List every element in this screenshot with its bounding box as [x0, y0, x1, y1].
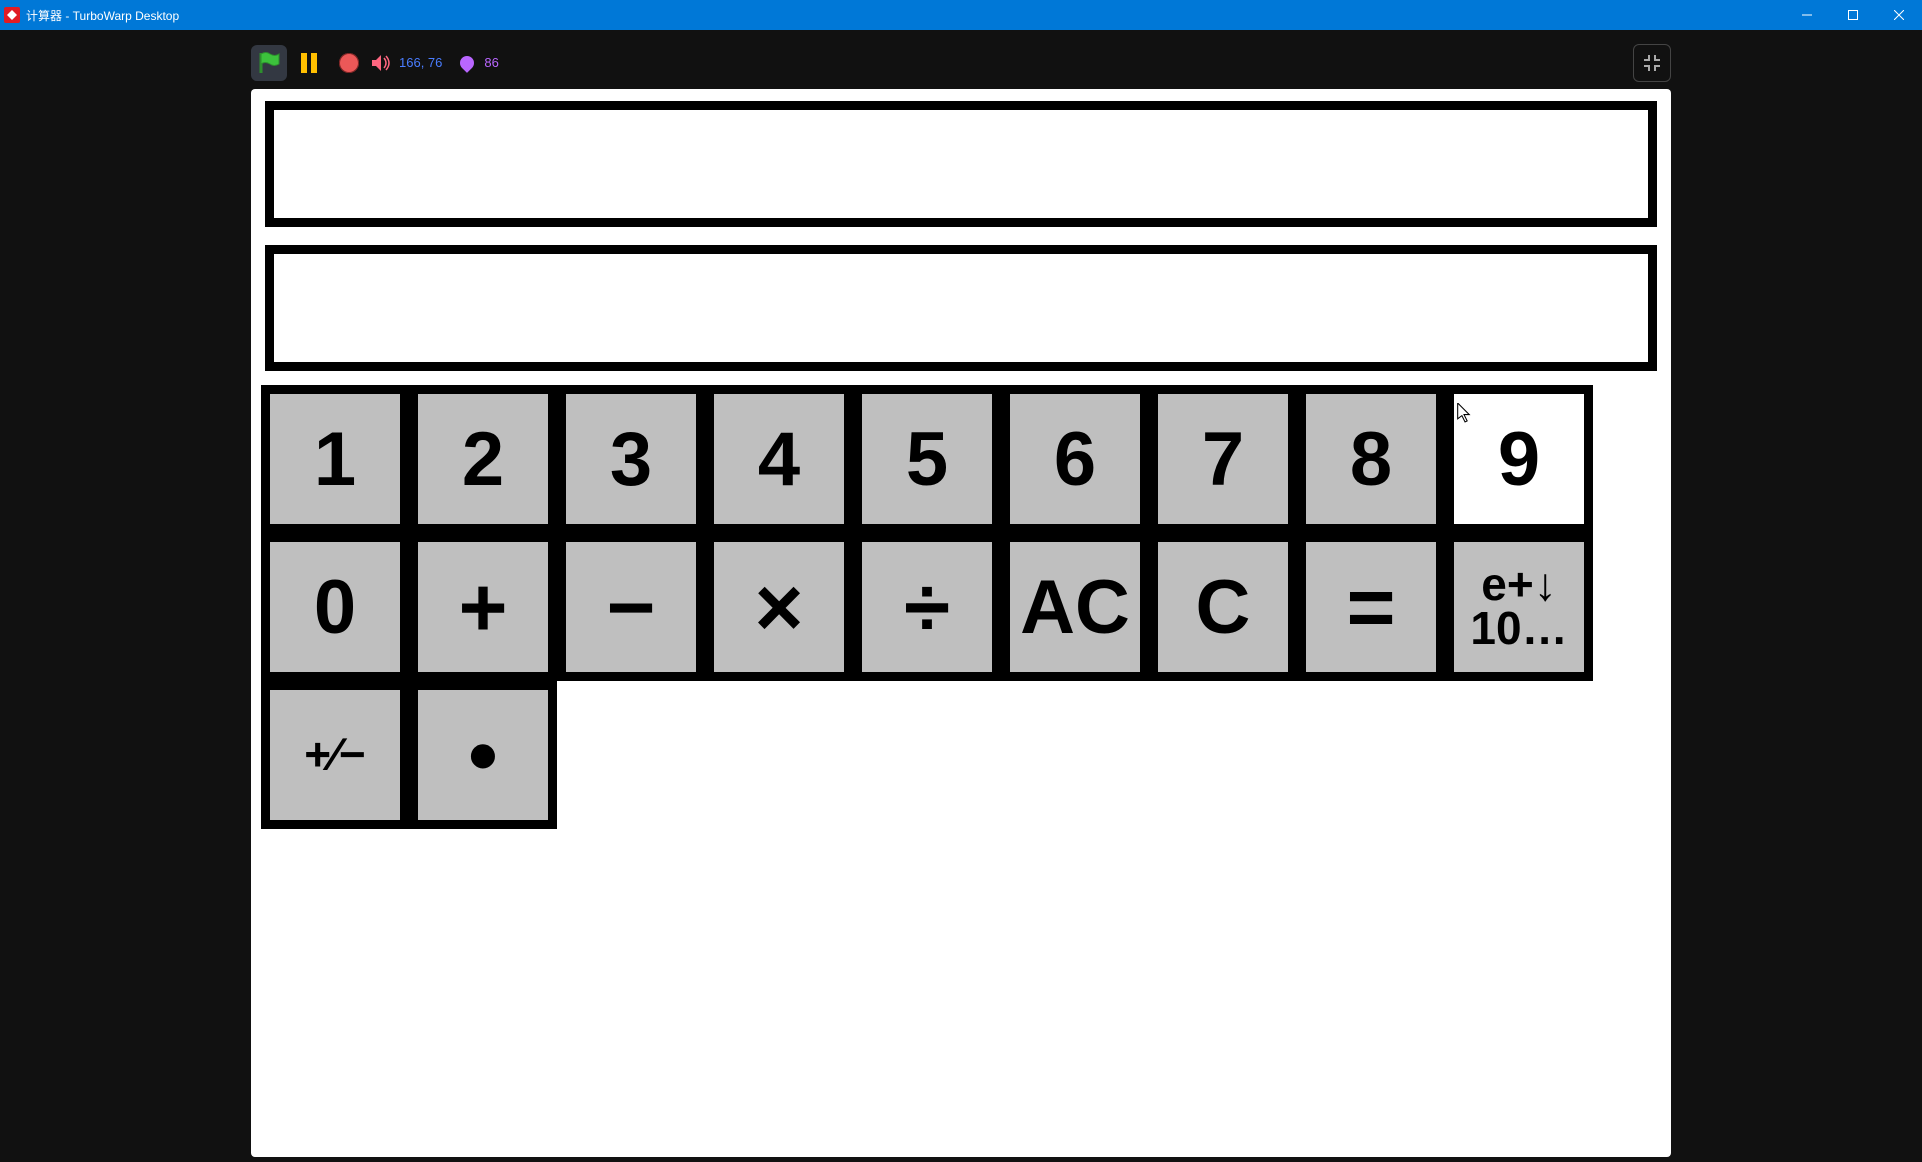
- calc-keypad: 123456789 0+−×÷ACC=e+↓ 10… +∕−•: [261, 385, 1601, 829]
- app-icon: [4, 7, 20, 23]
- pause-icon: [300, 52, 318, 74]
- key-8[interactable]: 8: [1297, 385, 1445, 533]
- mouse-coords: 166, 76: [399, 55, 442, 70]
- key-multiply[interactable]: ×: [705, 533, 853, 681]
- key-equals[interactable]: =: [1297, 533, 1445, 681]
- key-2[interactable]: 2: [409, 385, 557, 533]
- app-body: 166, 76 86 123456789 0+−×÷ACC=e+↓ 10… +∕−•: [0, 30, 1922, 1162]
- fullscreen-exit-icon: [1642, 53, 1662, 73]
- key-c[interactable]: C: [1149, 533, 1297, 681]
- key-plusminus[interactable]: +∕−: [261, 681, 409, 829]
- window-close-button[interactable]: [1876, 0, 1922, 30]
- window-maximize-button[interactable]: [1830, 0, 1876, 30]
- key-4[interactable]: 4: [705, 385, 853, 533]
- key-divide[interactable]: ÷: [853, 533, 1001, 681]
- window-minimize-button[interactable]: [1784, 0, 1830, 30]
- sound-icon[interactable]: [371, 54, 391, 72]
- key-7[interactable]: 7: [1149, 385, 1297, 533]
- window-title: 计算器 - TurboWarp Desktop: [26, 7, 179, 24]
- key-1[interactable]: 1: [261, 385, 409, 533]
- key-3[interactable]: 3: [557, 385, 705, 533]
- key-5[interactable]: 5: [853, 385, 1001, 533]
- window-titlebar: 计算器 - TurboWarp Desktop: [0, 0, 1922, 30]
- key-dot[interactable]: •: [409, 681, 557, 829]
- key-plus[interactable]: +: [409, 533, 557, 681]
- fullscreen-toggle-button[interactable]: [1633, 44, 1671, 82]
- stop-button[interactable]: [331, 45, 367, 81]
- key-6[interactable]: 6: [1001, 385, 1149, 533]
- key-9[interactable]: 9: [1445, 385, 1593, 533]
- key-minus[interactable]: −: [557, 533, 705, 681]
- stage-toolbar: 166, 76 86: [251, 40, 1671, 85]
- calc-display-primary: [265, 101, 1657, 227]
- stop-icon: [339, 53, 359, 73]
- fps-value: 86: [484, 55, 498, 70]
- green-flag-icon: [258, 51, 280, 75]
- fps-icon: [457, 53, 477, 73]
- pause-button[interactable]: [291, 45, 327, 81]
- calc-display-secondary: [265, 245, 1657, 371]
- green-flag-button[interactable]: [251, 45, 287, 81]
- key-ac[interactable]: AC: [1001, 533, 1149, 681]
- stage[interactable]: 123456789 0+−×÷ACC=e+↓ 10… +∕−•: [251, 89, 1671, 1157]
- key-0[interactable]: 0: [261, 533, 409, 681]
- key-sci[interactable]: e+↓ 10…: [1445, 533, 1593, 681]
